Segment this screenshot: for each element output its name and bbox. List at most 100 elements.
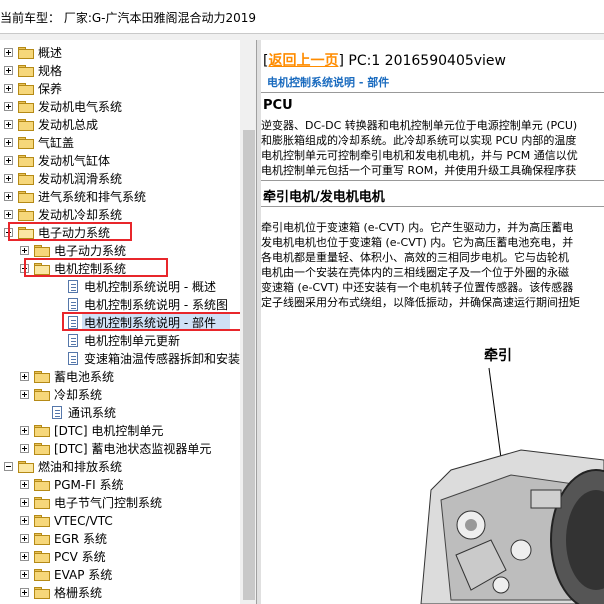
expand-icon[interactable] [20, 588, 29, 597]
tree-item[interactable]: [DTC] 电机控制单元 [0, 422, 240, 440]
tree-scrollbar[interactable] [242, 40, 256, 604]
highlight-box [62, 312, 240, 331]
back-link[interactable]: 返回上一页 [268, 53, 338, 69]
tree-item-label[interactable]: 规格 [38, 63, 62, 79]
expand-icon[interactable] [4, 174, 13, 183]
expand-icon[interactable] [4, 66, 13, 75]
tree-item[interactable]: 蓄电池系统 [0, 368, 240, 386]
motor-text-line: 牵引电机位于变速箱 (e-CVT) 内。它产生驱动力，并为高压蓄电 [261, 221, 574, 234]
tree-item[interactable]: 发动机润滑系统 [0, 170, 240, 188]
tree-item-label[interactable]: 发动机电气系统 [38, 99, 122, 115]
tree-item[interactable]: PCV 系统 [0, 548, 240, 566]
tree-item-label[interactable]: 概述 [38, 45, 62, 61]
navigation-tree[interactable]: 概述规格保养发动机电气系统 发动机总成气缸盖发动机气缸体 发动机润滑系统进气系统和排… [0, 40, 240, 604]
expand-icon[interactable] [4, 138, 13, 147]
section-title-pcu: PCU [263, 98, 293, 113]
tree-item-label[interactable]: EGR 系统 [54, 531, 107, 547]
expand-icon[interactable] [20, 426, 29, 435]
tree-item[interactable]: 通讯系统 [0, 404, 240, 422]
tree-item-label[interactable]: 发动机气缸体 [38, 153, 110, 169]
tree-item-label[interactable]: 发动机冷却系统 [38, 207, 122, 223]
tree-item[interactable]: [DTC] 蓄电池状态监视器单元 [0, 440, 240, 458]
expand-icon[interactable] [20, 570, 29, 579]
folder-icon [34, 425, 50, 437]
pcu-text-line: 电机控制单元包括一个可重写 ROM，并使用升级工具确保程序获 [261, 164, 577, 177]
expand-icon[interactable] [4, 210, 13, 219]
highlight-box [8, 222, 132, 241]
tree-item-label[interactable]: [DTC] 蓄电池状态监视器单元 [54, 441, 211, 457]
folder-icon [18, 191, 34, 203]
tree-item[interactable]: 概述 [0, 44, 240, 62]
tree-item-label[interactable]: 通讯系统 [68, 405, 116, 421]
expand-icon[interactable] [20, 516, 29, 525]
expand-icon[interactable] [20, 390, 29, 399]
expand-icon[interactable] [4, 84, 13, 93]
tree-item-label[interactable]: 气缸盖 [38, 135, 74, 151]
window-title-bar: 当前车型： 厂家:G-广汽本田雅阁混合动力2019 [0, 0, 604, 34]
tree-item-label[interactable]: 电机控制系统说明 - 概述 [84, 279, 216, 295]
page-code: PC:1 2016590405view [348, 53, 506, 69]
tree-item-label[interactable]: 变速箱油温传感器拆卸和安装 [84, 351, 240, 367]
tree-item-label[interactable]: 电子节气门控制系统 [54, 495, 162, 511]
expand-icon[interactable] [4, 120, 13, 129]
tree-item-label[interactable]: PGM-FI 系统 [54, 477, 123, 493]
tree-item[interactable]: 保养 [0, 80, 240, 98]
folder-icon [18, 137, 34, 149]
tree-item[interactable]: EVAP 系统 [0, 566, 240, 584]
tree-item[interactable]: 变速箱油温传感器拆卸和安装 [0, 350, 240, 368]
tree-item-label[interactable]: 格栅系统 [54, 585, 102, 601]
expand-icon[interactable] [20, 444, 29, 453]
expand-icon[interactable] [4, 156, 13, 165]
folder-icon [34, 587, 50, 599]
tree-item[interactable]: 发动机总成 [0, 116, 240, 134]
tree-item[interactable]: 规格 [0, 62, 240, 80]
tree-item-label[interactable]: 蓄电池系统 [54, 369, 114, 385]
motor-text-line: 各电机都是重量轻、体积小、高效的三相同步电机。它与齿轮机 [261, 251, 569, 264]
tree-item[interactable]: 电机控制单元更新 [0, 332, 240, 350]
motor-diagram [420, 367, 604, 604]
tree-item[interactable]: 气缸盖 [0, 134, 240, 152]
expand-icon[interactable] [20, 246, 29, 255]
expand-icon[interactable] [20, 498, 29, 507]
tree-item-label[interactable]: EVAP 系统 [54, 567, 112, 583]
expand-icon[interactable] [20, 534, 29, 543]
divider [261, 92, 604, 93]
tree-item[interactable]: EGR 系统 [0, 530, 240, 548]
tree-item[interactable]: 电子节气门控制系统 [0, 494, 240, 512]
collapse-icon[interactable] [4, 462, 13, 471]
tree-item-label[interactable]: 发动机润滑系统 [38, 171, 122, 187]
tree-item-label[interactable]: PCV 系统 [54, 549, 106, 565]
expand-icon[interactable] [20, 480, 29, 489]
expand-icon[interactable] [4, 102, 13, 111]
tree-item-label[interactable]: 电子动力系统 [54, 243, 126, 259]
tree-item[interactable]: 冷却系统 [0, 386, 240, 404]
folder-icon [34, 497, 50, 509]
tree-item[interactable]: 发动机电气系统 [0, 98, 240, 116]
content-pane: [返回上一页] PC:1 2016590405view 电机控制系统说明 - 部… [261, 40, 604, 604]
folder-icon [18, 173, 34, 185]
tree-item[interactable]: 进气系统和排气系统 [0, 188, 240, 206]
tree-item[interactable]: PGM-FI 系统 [0, 476, 240, 494]
tree-item[interactable]: 燃油和排放系统 [0, 458, 240, 476]
expand-icon[interactable] [20, 372, 29, 381]
tree-item-label[interactable]: VTEC/VTC [54, 513, 113, 529]
tree-item-label[interactable]: [DTC] 电机控制单元 [54, 423, 163, 439]
expand-icon[interactable] [4, 48, 13, 57]
folder-icon [34, 569, 50, 581]
tree-item-label[interactable]: 发动机总成 [38, 117, 98, 133]
tree-item[interactable]: VTEC/VTC [0, 512, 240, 530]
tree-item[interactable]: 格栅系统 [0, 584, 240, 602]
tree-item-label[interactable]: 冷却系统 [54, 387, 102, 403]
tree-item[interactable]: 电机控制系统说明 - 概述 [0, 278, 240, 296]
expand-icon[interactable] [4, 192, 13, 201]
tree-item-label[interactable]: 电机控制单元更新 [84, 333, 180, 349]
tree-item[interactable]: 发动机气缸体 [0, 152, 240, 170]
expand-icon[interactable] [20, 552, 29, 561]
motor-text-line: 电机由一个安装在壳体内的三相线圈定子及一个位于外圈的永磁 [261, 266, 569, 279]
tree-scrollbar-thumb[interactable] [243, 130, 255, 600]
tree-item-label[interactable]: 保养 [38, 81, 62, 97]
tree-item-label[interactable]: 进气系统和排气系统 [38, 189, 146, 205]
tree-item-label[interactable]: 电机控制系统说明 - 系统图 [84, 297, 228, 313]
tree-item-label[interactable]: 燃油和排放系统 [38, 459, 122, 475]
folder-icon [18, 209, 34, 221]
